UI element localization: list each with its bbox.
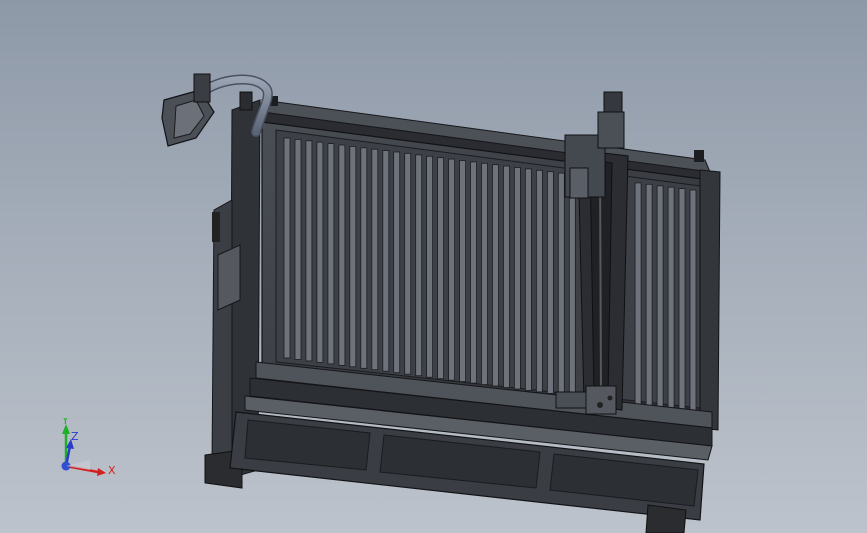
bed-slat <box>503 165 510 388</box>
bed-slat <box>338 144 346 366</box>
bed-slat <box>382 150 390 372</box>
bed-slat <box>634 182 642 406</box>
bed-slat <box>667 186 675 411</box>
bed-slat <box>448 158 456 381</box>
bed-slat <box>349 145 357 368</box>
bed-slat <box>371 148 379 371</box>
bed-slat <box>689 189 697 414</box>
bed-slat <box>459 160 467 383</box>
bed-slat <box>678 188 686 412</box>
x-axis-label: X <box>108 464 116 477</box>
bed-slat <box>283 137 291 359</box>
x-axis-arrowhead <box>97 468 106 476</box>
y-axis-label: Y <box>61 418 69 427</box>
bed-slat <box>327 143 335 365</box>
bed-slat <box>656 185 664 409</box>
bed-slat <box>481 162 488 386</box>
bed-slat <box>568 174 576 397</box>
bed-slat <box>492 164 499 387</box>
bed-slat <box>470 161 477 384</box>
axis-triad: X Y Z <box>61 418 116 477</box>
bed-slat <box>294 138 302 360</box>
bed-slat <box>305 140 313 362</box>
bed-slat <box>536 169 543 393</box>
bed-slat <box>404 152 412 375</box>
cnc-machine-model[interactable] <box>0 0 867 533</box>
bed-slat <box>360 147 368 369</box>
bed-slat <box>426 155 434 378</box>
bed-slat <box>514 167 521 390</box>
bed-slat <box>557 172 565 396</box>
bed-slat <box>437 157 445 380</box>
bed-slat <box>316 141 324 363</box>
bed-slat <box>415 154 423 377</box>
graphics-viewport[interactable]: X Y Z <box>0 0 867 533</box>
bed-slat <box>525 168 532 391</box>
bed-slat <box>645 183 653 408</box>
z-axis-label: Z <box>71 430 79 443</box>
bed-slat <box>547 171 554 394</box>
bed-slat <box>393 151 401 374</box>
